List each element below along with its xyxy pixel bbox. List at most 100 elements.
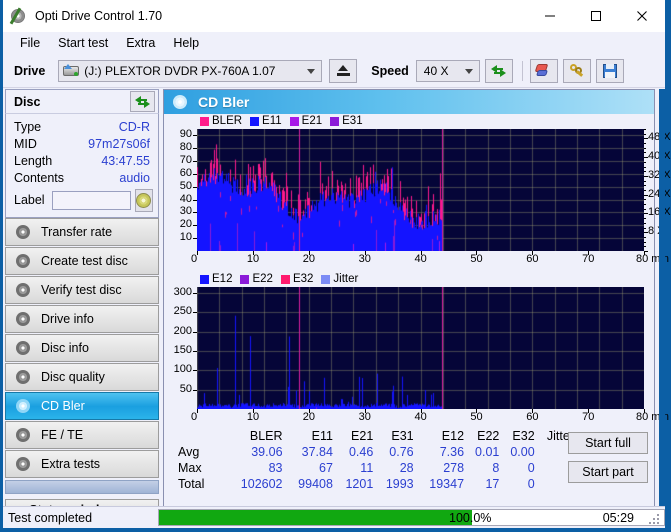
y2-tick	[644, 218, 646, 220]
keys-button[interactable]	[562, 58, 591, 83]
legend-label: E12	[212, 273, 233, 285]
sidebar-item-transfer-rate[interactable]: Transfer rate	[5, 218, 159, 246]
legend-item-jitter: Jitter	[321, 273, 358, 285]
sidebar-item-create-test-disc[interactable]: Create test disc	[5, 247, 159, 275]
y2-tick	[644, 199, 646, 201]
menu-file[interactable]: File	[11, 34, 49, 52]
x-tick	[532, 251, 534, 255]
y-tick-label: 80	[179, 141, 192, 154]
avg-e21: 0.46	[348, 445, 374, 459]
content-area: Disc Type CD-R MID 97m27s06f Length 43:4…	[3, 89, 671, 528]
legend-item-bler: BLER	[200, 115, 242, 127]
start-full-button[interactable]: Start full	[568, 432, 648, 454]
legend-label: E32	[292, 273, 314, 285]
disc-label-button[interactable]	[134, 188, 153, 212]
total-e12: 19347	[429, 477, 465, 491]
eject-button[interactable]	[329, 58, 358, 83]
panel-header: CD Bler	[164, 90, 654, 114]
save-button[interactable]	[595, 58, 624, 83]
total-e11: 99408	[298, 477, 333, 491]
drive-select[interactable]: (J:) PLEXTOR DVDR PX-760A 1.07	[58, 59, 323, 82]
y-tick	[193, 173, 197, 175]
status-bar: Test completed 100.0% 05:29	[3, 506, 665, 528]
disc-icon	[15, 456, 32, 472]
y2-tick	[644, 208, 646, 210]
panel-title: CD Bler	[198, 94, 250, 110]
sidebar-item-extra-tests[interactable]: Extra tests	[5, 450, 159, 478]
avg-e22: 0.01	[475, 445, 500, 459]
y-tick-label: 10	[179, 231, 192, 244]
minimize-button[interactable]	[527, 0, 573, 32]
swap-disc-button[interactable]	[130, 91, 155, 112]
disc-icon	[15, 224, 32, 240]
speed-select-value: 40 X	[423, 63, 449, 78]
chevron-down-icon	[464, 68, 473, 74]
menu-help[interactable]: Help	[164, 34, 208, 52]
y2-tick	[644, 241, 646, 243]
total-bler: 102602	[240, 477, 283, 491]
close-button[interactable]	[619, 0, 665, 32]
speed-label: Speed	[371, 63, 409, 78]
resize-grip[interactable]	[649, 514, 661, 526]
y-tick-label: 300	[173, 285, 192, 298]
legend-swatch	[240, 274, 250, 284]
avg-e32: 0.00	[510, 445, 535, 459]
table-row: Max 83 67 11 28 278 8 0 -	[178, 460, 574, 476]
legend-swatch	[280, 274, 290, 284]
sidebar-item-drive-info[interactable]: Drive info	[5, 305, 159, 333]
disc-icon	[172, 94, 188, 110]
col-e31: E31	[391, 429, 414, 443]
start-part-button[interactable]: Start part	[568, 461, 648, 483]
sidebar-item-verify-test-disc[interactable]: Verify test disc	[5, 276, 159, 304]
maximize-button[interactable]	[573, 0, 619, 32]
y-tick	[193, 389, 197, 391]
y2-tick	[644, 185, 646, 187]
y2-tick	[644, 190, 646, 191]
x-tick	[588, 409, 590, 413]
refresh-button[interactable]	[484, 58, 513, 83]
disc-value-type: CD-R	[118, 119, 150, 134]
erase-button[interactable]	[529, 58, 558, 83]
x-tick	[644, 251, 645, 255]
y-tick	[193, 225, 197, 227]
speed-select[interactable]: 40 X	[415, 59, 480, 82]
stats-table: BLER E11 E21 E31 E12 E22 E32 Jitter Avg …	[178, 428, 574, 492]
sidebar-item-disc-quality[interactable]: Disc quality	[5, 363, 159, 391]
y-tick-label: 60	[179, 166, 192, 179]
row-label-total: Total	[178, 477, 205, 491]
disc-label-input[interactable]	[51, 190, 131, 210]
y2-tick	[644, 157, 648, 159]
window-controls	[527, 0, 665, 32]
menu-start-test[interactable]: Start test	[49, 34, 117, 52]
y2-tick	[644, 152, 646, 154]
sidebar-item-label: Verify test disc	[41, 283, 122, 297]
keys-icon	[569, 63, 585, 78]
sidebar-item-fe-te[interactable]: FE / TE	[5, 421, 159, 449]
bler-chart: BLER E11 E21 E31 10 20 30 40 50 60 70 80…	[164, 114, 671, 274]
col-e32: E32	[512, 429, 535, 443]
disc-icon	[15, 311, 32, 327]
menu-bar: File Start test Extra Help	[3, 32, 665, 54]
x-tick	[476, 251, 478, 255]
disc-key-mid: MID	[14, 136, 37, 151]
legend-swatch	[321, 274, 331, 284]
menu-extra[interactable]: Extra	[117, 34, 164, 52]
refresh-icon	[491, 64, 507, 78]
disc-row-type: Type CD-R	[6, 118, 158, 135]
sidebar-item-label: Disc info	[41, 341, 89, 355]
y-tick	[193, 161, 197, 163]
sidebar-item-cd-bler[interactable]: CD Bler	[5, 392, 159, 420]
drive-label: Drive	[14, 63, 46, 78]
table-header-row: BLER E11 E21 E31 E12 E22 E32 Jitter	[178, 428, 574, 444]
sidebar-item-label: FE / TE	[41, 428, 84, 442]
y2-tick	[644, 180, 646, 182]
avg-bler: 39.06	[251, 445, 283, 459]
swap-icon	[135, 95, 150, 109]
y-tick	[193, 350, 197, 352]
y-tick-label: 90	[179, 128, 192, 141]
x-tick	[476, 409, 478, 413]
sidebar-item-disc-info[interactable]: Disc info	[5, 334, 159, 362]
toolbar-divider	[521, 60, 523, 81]
x-tick	[252, 409, 254, 413]
disc-icon	[15, 253, 32, 269]
